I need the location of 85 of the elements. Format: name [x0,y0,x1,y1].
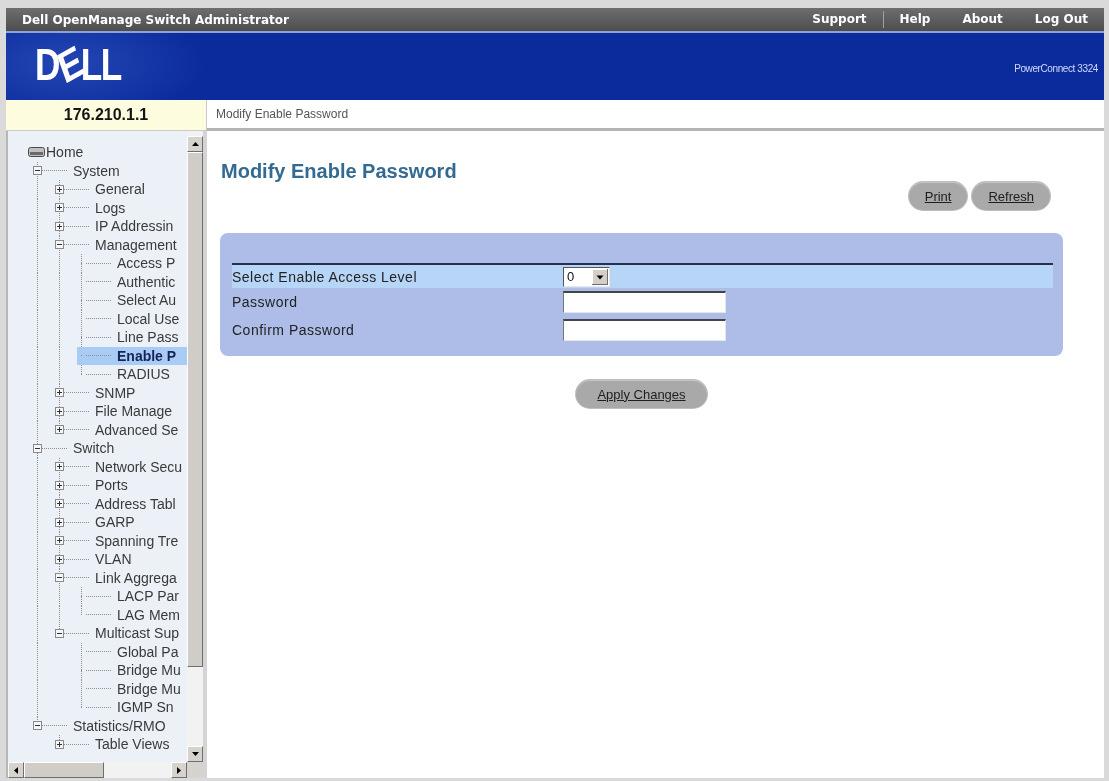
tree-item[interactable]: Network Secu [55,457,183,476]
plus-box-icon[interactable] [55,425,64,435]
plus-box-icon[interactable] [55,739,64,749]
header-link[interactable]: About [946,11,1019,28]
tree-item[interactable]: Line Pass [77,328,179,347]
tree-item[interactable]: LAG Mem [77,605,180,624]
tree-item[interactable]: Multicast Sup [55,624,180,643]
plus-box-icon[interactable] [55,499,64,509]
vertical-scrollbar[interactable] [187,131,203,762]
horizontal-scrollbar[interactable] [8,762,187,778]
plus-box-icon[interactable] [55,406,64,416]
tree-item[interactable]: Enable P [77,346,187,365]
page-title: Modify Enable Password [220,159,458,183]
tree-item[interactable]: Spanning Tre [55,531,179,550]
tree-item[interactable]: SNMP [55,383,136,402]
scrollbar-thumb[interactable] [187,152,203,667]
level-select[interactable]: 0 [563,266,610,287]
minus-box-icon[interactable] [55,240,64,250]
scroll-up-button[interactable] [187,136,203,152]
tree-item[interactable]: Link Aggrega [55,568,177,587]
tree-item[interactable]: IP Addressin [55,217,174,236]
plus-box-icon[interactable] [55,536,64,546]
breadcrumb: Modify Enable Password [216,107,349,121]
tree-item[interactable]: Management [55,235,177,254]
apply-button[interactable]: Apply Changes [576,380,707,408]
tree-item[interactable]: LACP Par [77,587,179,606]
tree-item[interactable]: Switch [33,439,115,458]
logo: DELL [35,45,121,84]
action-button[interactable]: Print [908,182,968,210]
tree-item[interactable]: RADIUS [77,365,170,384]
drive-icon [28,147,45,158]
tree-item[interactable]: Access P [77,254,176,273]
plus-box-icon[interactable] [55,221,64,231]
tree-item[interactable]: IGMP Sn [77,698,174,717]
tree-item[interactable]: Local Use [77,309,180,328]
triangle-left-icon [14,766,18,774]
plus-box-icon[interactable] [55,203,64,213]
password-field[interactable] [563,319,726,341]
plus-box-icon[interactable] [55,184,64,194]
tree-item[interactable]: Advanced Se [55,420,179,439]
scroll-left-button[interactable] [8,762,24,778]
tree-item[interactable]: GARP [55,513,135,532]
tree-item[interactable]: Bridge Mu [77,679,181,698]
tree-item[interactable]: VLAN [55,550,132,569]
minus-box-icon[interactable] [33,166,42,176]
scroll-right-button[interactable] [171,762,187,778]
triangle-up-icon [191,142,199,146]
field-label: Password [232,294,299,310]
tree-item[interactable]: Global Pa [77,642,179,661]
window-title: Dell OpenManage Switch Administrator [22,12,289,27]
scroll-down-button[interactable] [187,746,203,762]
tree-item[interactable]: Ports [55,476,128,495]
device-address: 176.210.1.1 [6,100,207,131]
tree-item[interactable]: Home [28,143,84,162]
tree-item[interactable]: Address Tabl [55,494,176,513]
minus-box-icon[interactable] [33,721,42,731]
tree-item[interactable]: Statistics/RMO [33,716,166,735]
caret-down-icon [592,268,608,285]
header-link[interactable]: Help [883,11,947,28]
tree-item[interactable]: Authentic [77,272,176,291]
action-button[interactable]: Refresh [972,182,1050,210]
password-field[interactable] [563,291,726,313]
plus-box-icon[interactable] [55,462,64,472]
tree-item[interactable]: Logs [55,198,126,217]
tree-item[interactable]: System [33,161,120,180]
scrollbar-thumb[interactable] [24,762,104,778]
tree-item[interactable]: File Manage [55,402,173,421]
tree-item[interactable]: Select Au [77,291,177,310]
triangle-down-icon [191,752,199,756]
header-link[interactable]: Log Out [1018,11,1104,28]
field-label: Select Enable Access Level [232,268,418,285]
plus-box-icon[interactable] [55,480,64,490]
plus-box-icon[interactable] [55,554,64,564]
tree-item[interactable]: Table Views [55,735,170,754]
minus-box-icon[interactable] [55,628,64,638]
minus-box-icon[interactable] [33,443,42,453]
plus-box-icon[interactable] [55,388,64,398]
product-name: PowerConnect 3324 [1014,63,1098,74]
triangle-right-icon [177,766,181,774]
plus-box-icon[interactable] [55,517,64,527]
minus-box-icon[interactable] [55,573,64,583]
tree-item[interactable]: Bridge Mu [77,661,181,680]
field-label: Confirm Password [232,322,356,338]
header-link[interactable]: Support [796,11,884,28]
tree-item[interactable]: General [55,180,145,199]
